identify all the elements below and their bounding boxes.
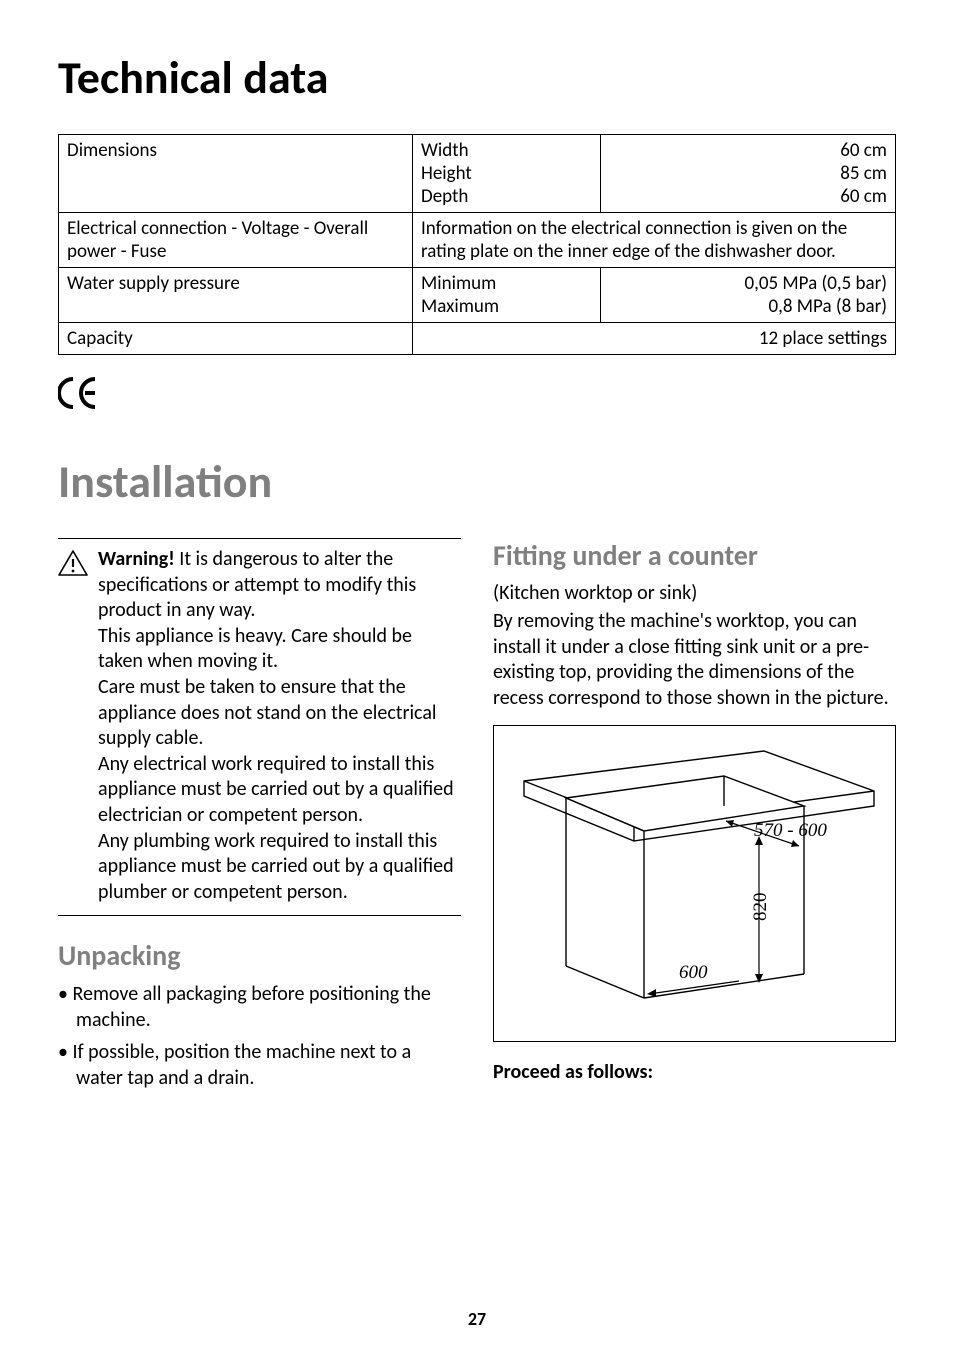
warning-p3: Care must be taken to ensure that the ap… bbox=[98, 675, 437, 750]
page-number: 27 bbox=[0, 1308, 954, 1330]
cell-capacity-value: 12 place settings bbox=[413, 323, 896, 355]
ce-mark-icon bbox=[58, 377, 896, 418]
pressure-min-value: 0,05 MPa (0,5 bar) bbox=[745, 272, 888, 295]
spec-table: Dimensions Width Height Depth 60 cm 85 c… bbox=[58, 134, 896, 355]
diagram-dim-width: 570 - 600 bbox=[754, 820, 827, 841]
list-item: If possible, position the machine next t… bbox=[58, 1039, 461, 1091]
cell-capacity-label: Capacity bbox=[59, 323, 413, 355]
warning-icon bbox=[58, 547, 88, 905]
cell-dimensions-label: Dimensions bbox=[59, 135, 413, 213]
dim-depth-value: 60 cm bbox=[840, 185, 887, 208]
pressure-max-label: Maximum bbox=[421, 295, 499, 318]
heading-fitting: Fitting under a counter bbox=[493, 538, 896, 573]
pressure-max-value: 0,8 MPa (8 bar) bbox=[769, 295, 888, 318]
dim-width-value: 60 cm bbox=[840, 139, 887, 162]
cell-dimensions-values: 60 cm 85 cm 60 cm bbox=[601, 135, 896, 213]
heading-unpacking: Unpacking bbox=[58, 938, 461, 973]
heading-installation: Installation bbox=[58, 454, 896, 510]
warning-lead: Warning! bbox=[98, 547, 175, 571]
table-row: Electrical connection - Voltage - Overal… bbox=[59, 213, 896, 268]
dim-depth-label: Depth bbox=[421, 185, 468, 208]
fitting-subhead: (Kitchen worktop or sink) bbox=[493, 581, 896, 605]
warning-p4: Any electrical work required to install … bbox=[98, 752, 454, 827]
cell-electrical-label: Electrical connection - Voltage - Overal… bbox=[59, 213, 413, 268]
cell-electrical-info: Information on the electrical connection… bbox=[413, 213, 896, 268]
list-item: Remove all packaging before positioning … bbox=[58, 981, 461, 1033]
warning-box: Warning! It is dangerous to alter the sp… bbox=[58, 538, 461, 916]
dim-height-value: 85 cm bbox=[840, 162, 887, 185]
table-row: Dimensions Width Height Depth 60 cm 85 c… bbox=[59, 135, 896, 213]
cell-dimensions-props: Width Height Depth bbox=[413, 135, 601, 213]
cell-pressure-values: 0,05 MPa (0,5 bar) 0,8 MPa (8 bar) bbox=[601, 268, 896, 323]
pressure-min-label: Minimum bbox=[421, 272, 496, 295]
fitting-paragraph: By removing the machine's worktop, you c… bbox=[493, 609, 896, 711]
warning-p5: Any plumbing work required to install th… bbox=[98, 829, 454, 904]
table-row: Water supply pressure Minimum Maximum 0,… bbox=[59, 268, 896, 323]
table-row: Capacity 12 place settings bbox=[59, 323, 896, 355]
dim-width-label: Width bbox=[421, 139, 469, 162]
cell-pressure-label: Water supply pressure bbox=[59, 268, 413, 323]
cell-pressure-props: Minimum Maximum bbox=[413, 268, 601, 323]
dim-height-label: Height bbox=[421, 162, 472, 185]
heading-technical-data: Technical data bbox=[58, 50, 896, 106]
counter-diagram: 570 - 600 820 600 bbox=[493, 725, 896, 1042]
diagram-dim-height: 820 bbox=[750, 893, 771, 922]
unpacking-list: Remove all packaging before positioning … bbox=[58, 981, 461, 1091]
diagram-dim-depth: 600 bbox=[679, 962, 708, 983]
proceed-label: Proceed as follows: bbox=[493, 1060, 896, 1086]
warning-p2: This appliance is heavy. Care should be … bbox=[98, 624, 412, 674]
